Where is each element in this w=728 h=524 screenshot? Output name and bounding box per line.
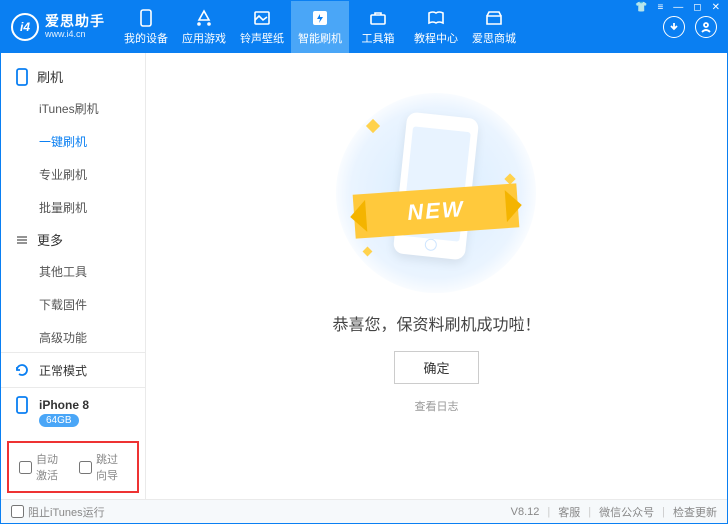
shirt-icon[interactable]: 👕	[633, 2, 649, 13]
footer-link-update[interactable]: 检查更新	[673, 504, 717, 520]
version-label: V8.12	[511, 506, 540, 518]
sidebar-item-batch-flash[interactable]: 批量刷机	[1, 191, 145, 224]
maximize-icon[interactable]: ◻	[691, 2, 703, 13]
status-bar: 阻止iTunes运行 V8.12 | 客服 | 微信公众号 | 检查更新	[1, 499, 727, 523]
sidebar-item-advanced[interactable]: 高级功能	[1, 321, 145, 352]
sidebar-section-flash[interactable]: 刷机	[1, 61, 145, 92]
footer-link-support[interactable]: 客服	[558, 504, 580, 520]
menu-icon[interactable]: ≡	[655, 2, 665, 13]
window-controls: 👕 ≡ — ◻ ✕	[633, 2, 722, 13]
nav-store[interactable]: 爱思商城	[465, 1, 523, 53]
phone-small-icon	[13, 396, 31, 414]
success-illustration: NEW	[336, 93, 536, 293]
top-nav: 我的设备 应用游戏 铃声壁纸 智能刷机 工具箱 教程中心	[117, 1, 523, 53]
nav-apps[interactable]: 应用游戏	[175, 1, 233, 53]
minimize-icon[interactable]: —	[671, 2, 685, 13]
brand[interactable]: i4 爱思助手 www.i4.cn	[1, 1, 117, 53]
close-icon[interactable]: ✕	[710, 2, 722, 13]
flash-icon	[311, 9, 329, 27]
ok-button[interactable]: 确定	[394, 351, 478, 384]
sidebar-item-download-firmware[interactable]: 下载固件	[1, 288, 145, 321]
sidebar-item-itunes-flash[interactable]: iTunes刷机	[1, 92, 145, 125]
wallpaper-icon	[253, 9, 271, 27]
download-button[interactable]	[663, 16, 685, 38]
nav-toolbox[interactable]: 工具箱	[349, 1, 407, 53]
nav-ringtones[interactable]: 铃声壁纸	[233, 1, 291, 53]
nav-flash[interactable]: 智能刷机	[291, 1, 349, 53]
brand-title: 爱思助手	[45, 14, 105, 29]
apps-icon	[195, 9, 213, 27]
store-icon	[485, 9, 503, 27]
footer-link-wechat[interactable]: 微信公众号	[599, 504, 654, 520]
block-itunes-checkbox[interactable]: 阻止iTunes运行	[11, 504, 105, 520]
user-button[interactable]	[695, 16, 717, 38]
nav-tutorials[interactable]: 教程中心	[407, 1, 465, 53]
flash-options: 自动激活 跳过向导	[7, 441, 139, 493]
auto-activate-checkbox[interactable]: 自动激活	[19, 451, 67, 483]
toolbox-icon	[369, 9, 387, 27]
skip-guide-checkbox[interactable]: 跳过向导	[79, 451, 127, 483]
sidebar-item-other-tools[interactable]: 其他工具	[1, 255, 145, 288]
sidebar-item-oneclick-flash[interactable]: 一键刷机	[1, 125, 145, 158]
success-message: 恭喜您，保资料刷机成功啦！	[332, 311, 540, 335]
device-icon	[15, 68, 29, 86]
book-icon	[427, 9, 445, 27]
sidebar-section-more[interactable]: 更多	[1, 224, 145, 255]
nav-my-device[interactable]: 我的设备	[117, 1, 175, 53]
main-content: NEW 恭喜您，保资料刷机成功啦！ 确定 查看日志	[146, 53, 727, 499]
sidebar-item-pro-flash[interactable]: 专业刷机	[1, 158, 145, 191]
device-info[interactable]: iPhone 8 64GB	[1, 388, 145, 437]
brand-subtitle: www.i4.cn	[45, 30, 105, 40]
sidebar: 刷机 iTunes刷机 一键刷机 专业刷机 批量刷机 更多 其他工具 下载固件 …	[1, 53, 146, 499]
ribbon-text: NEW	[407, 196, 466, 226]
device-name: iPhone 8	[39, 398, 89, 412]
view-log-link[interactable]: 查看日志	[414, 398, 458, 414]
refresh-icon	[13, 361, 31, 379]
app-header: i4 爱思助手 www.i4.cn 我的设备 应用游戏 铃声壁纸 智能刷机	[1, 1, 727, 53]
device-mode[interactable]: 正常模式	[1, 353, 145, 388]
brand-logo-icon: i4	[11, 13, 39, 41]
phone-icon	[137, 9, 155, 27]
more-icon	[15, 233, 29, 247]
storage-badge: 64GB	[39, 414, 79, 427]
